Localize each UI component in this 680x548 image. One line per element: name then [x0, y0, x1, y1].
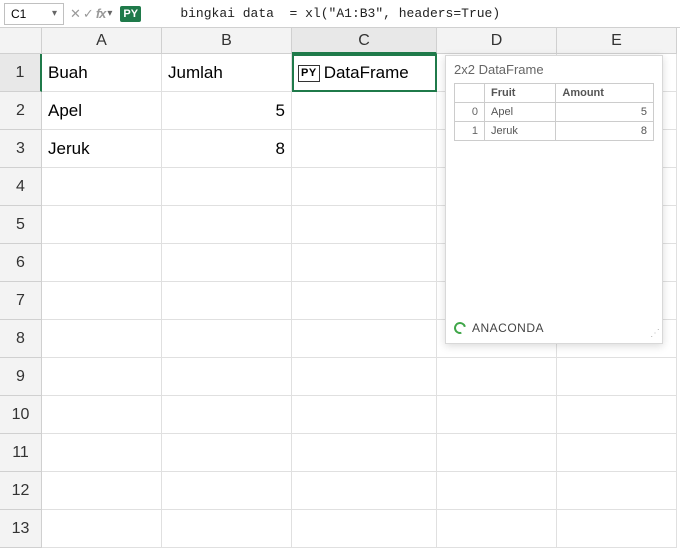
preview-cell: Jeruk	[485, 122, 556, 141]
preview-header: Fruit	[485, 84, 556, 103]
formula-controls: ✕ ✓ fx ▾	[68, 6, 114, 22]
cell[interactable]	[437, 510, 557, 548]
chevron-down-icon: ▾	[52, 8, 57, 19]
preview-footer: ANACONDA	[454, 321, 654, 335]
cell[interactable]	[162, 434, 292, 472]
cell[interactable]	[292, 54, 437, 92]
cell[interactable]	[162, 282, 292, 320]
cell[interactable]	[162, 396, 292, 434]
resize-handle-icon[interactable]: ⋰	[650, 328, 658, 339]
cell[interactable]	[42, 396, 162, 434]
row-header[interactable]: 6	[0, 244, 42, 282]
cell[interactable]	[292, 472, 437, 510]
cell[interactable]	[162, 358, 292, 396]
cell[interactable]	[292, 206, 437, 244]
cell[interactable]	[162, 510, 292, 548]
preview-header-index	[455, 84, 485, 103]
cancel-icon[interactable]: ✕	[70, 6, 81, 22]
cell[interactable]	[42, 168, 162, 206]
formula-bar: C1 ▾ ✕ ✓ fx ▾ PY bingkai data = xl("A1:B…	[0, 0, 680, 28]
preview-cell: 5	[556, 103, 654, 122]
cell-reference: C1	[11, 7, 26, 21]
cell[interactable]	[557, 396, 677, 434]
cell[interactable]	[292, 244, 437, 282]
preview-cell: 0	[455, 103, 485, 122]
table-row: 0 Apel 5	[455, 103, 654, 122]
row-header[interactable]: 2	[0, 92, 42, 130]
cell[interactable]	[292, 434, 437, 472]
cell[interactable]	[292, 92, 437, 130]
cell[interactable]	[162, 244, 292, 282]
cell[interactable]	[557, 510, 677, 548]
row-header[interactable]: 13	[0, 510, 42, 548]
column-header-e[interactable]: E	[557, 28, 677, 54]
cell[interactable]	[292, 130, 437, 168]
cell[interactable]	[42, 510, 162, 548]
python-badge-icon: PY	[120, 6, 141, 22]
fx-icon[interactable]: fx	[96, 6, 106, 21]
cell[interactable]	[42, 358, 162, 396]
column-header-c[interactable]: C	[292, 28, 437, 54]
preview-cell: 1	[455, 122, 485, 141]
preview-cell: 8	[556, 122, 654, 141]
column-header-a[interactable]: A	[42, 28, 162, 54]
row-header[interactable]: 10	[0, 396, 42, 434]
cell[interactable]: 5	[162, 92, 292, 130]
cell[interactable]	[557, 434, 677, 472]
preview-header: Amount	[556, 84, 654, 103]
cell[interactable]	[437, 472, 557, 510]
row-header[interactable]: 12	[0, 472, 42, 510]
cell[interactable]	[557, 472, 677, 510]
row-header[interactable]: 1	[0, 54, 42, 92]
cell[interactable]	[292, 282, 437, 320]
cell[interactable]: Apel	[42, 92, 162, 130]
row-header[interactable]: 7	[0, 282, 42, 320]
cell[interactable]	[437, 396, 557, 434]
cell[interactable]	[292, 396, 437, 434]
cell[interactable]: Jeruk	[42, 130, 162, 168]
cell[interactable]	[162, 206, 292, 244]
preview-brand: ANACONDA	[472, 321, 544, 335]
cell[interactable]	[557, 358, 677, 396]
row-header[interactable]: 11	[0, 434, 42, 472]
cell[interactable]	[42, 320, 162, 358]
cell[interactable]	[42, 434, 162, 472]
cell[interactable]	[42, 472, 162, 510]
cell[interactable]: Buah	[42, 54, 162, 92]
cell[interactable]	[437, 434, 557, 472]
dataframe-preview: 2x2 DataFrame Fruit Amount 0 Apel 5 1 Je…	[445, 55, 663, 344]
cell[interactable]	[292, 320, 437, 358]
preview-table: Fruit Amount 0 Apel 5 1 Jeruk 8	[454, 83, 654, 141]
accept-icon[interactable]: ✓	[83, 6, 94, 22]
cell[interactable]	[42, 206, 162, 244]
preview-title: 2x2 DataFrame	[454, 62, 654, 77]
column-headers: A B C D E	[0, 28, 680, 54]
column-header-d[interactable]: D	[437, 28, 557, 54]
cell[interactable]	[162, 320, 292, 358]
cell[interactable]	[162, 168, 292, 206]
cell[interactable]	[292, 358, 437, 396]
column-header-b[interactable]: B	[162, 28, 292, 54]
cell[interactable]	[437, 358, 557, 396]
row-header[interactable]: 5	[0, 206, 42, 244]
cell[interactable]	[162, 472, 292, 510]
row-header[interactable]: 8	[0, 320, 42, 358]
cell[interactable]	[42, 282, 162, 320]
row-header[interactable]: 9	[0, 358, 42, 396]
anaconda-icon	[452, 320, 468, 336]
cell[interactable]	[292, 168, 437, 206]
row-header[interactable]: 3	[0, 130, 42, 168]
row-header[interactable]: 4	[0, 168, 42, 206]
cell[interactable]	[292, 510, 437, 548]
cell[interactable]: Jumlah	[162, 54, 292, 92]
dropdown-icon[interactable]: ▾	[107, 8, 112, 19]
cell[interactable]: 8	[162, 130, 292, 168]
table-row: 1 Jeruk 8	[455, 122, 654, 141]
preview-cell: Apel	[485, 103, 556, 122]
cell[interactable]	[42, 244, 162, 282]
select-all-corner[interactable]	[0, 28, 42, 54]
name-box[interactable]: C1 ▾	[4, 3, 64, 25]
